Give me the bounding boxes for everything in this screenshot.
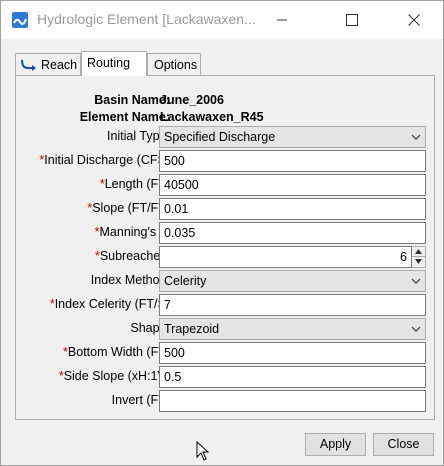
tab-options-label: Options <box>154 58 198 72</box>
minimize-icon <box>277 19 287 21</box>
spinner-down-button[interactable] <box>412 257 425 267</box>
spinner-up-button[interactable] <box>412 247 425 257</box>
index-celerity-label-text: Index Celerity (FT/S) <box>54 297 170 311</box>
subreaches-spinner-input[interactable]: 6 <box>159 246 412 268</box>
index-celerity-label: *Index Celerity (FT/S) <box>50 297 170 311</box>
chevron-down-icon <box>411 134 421 140</box>
bottom-width-label-text: Bottom Width (FT) <box>67 345 170 359</box>
index-method-value: Celerity <box>164 274 207 288</box>
initial-type-select[interactable]: Specified Discharge <box>159 126 426 148</box>
initial-discharge-label-text: Initial Discharge (CFS) <box>44 153 170 167</box>
bottom-width-label: *Bottom Width (FT) <box>63 345 170 359</box>
chevron-down-icon <box>411 326 421 332</box>
basin-name-label: Basin Name: <box>94 93 170 107</box>
length-input[interactable]: 40500 <box>159 174 426 196</box>
slope-row: *Slope (FT/FT) 0.01 <box>16 198 436 220</box>
close-icon <box>408 14 420 26</box>
side-slope-label: *Side Slope (xH:1V) <box>59 369 170 383</box>
side-slope-row: *Side Slope (xH:1V) 0.5 <box>16 366 436 388</box>
chevron-down-icon <box>411 278 421 284</box>
subreaches-value: 6 <box>400 250 407 264</box>
mannings-n-input[interactable]: 0.035 <box>159 222 426 244</box>
routing-panel: Basin Name: June_2006 Element Name: Lack… <box>15 75 435 420</box>
index-method-select[interactable]: Celerity <box>159 270 426 292</box>
index-celerity-row: *Index Celerity (FT/S) 7 <box>16 294 436 316</box>
bottom-width-row: *Bottom Width (FT) 500 <box>16 342 436 364</box>
element-name-label: Element Name: <box>79 110 170 124</box>
length-row: *Length (FT) 40500 <box>16 174 436 196</box>
slope-input[interactable]: 0.01 <box>159 198 426 220</box>
slope-label: *Slope (FT/FT) <box>87 201 170 215</box>
index-method-row: Index Method: Celerity <box>16 270 436 292</box>
subreaches-row: *Subreaches: 6 <box>16 246 436 268</box>
dialog-window: Hydrologic Element [Lackawaxen... Reach … <box>0 0 444 466</box>
caret-down-icon <box>415 259 422 264</box>
subreaches-spinner-buttons <box>412 246 426 268</box>
caret-up-icon <box>415 249 422 254</box>
side-slope-label-text: Side Slope (xH:1V) <box>63 369 170 383</box>
side-slope-input[interactable]: 0.5 <box>159 366 426 388</box>
maximize-icon <box>346 14 358 26</box>
hydrologic-element-app-icon <box>12 12 28 28</box>
initial-discharge-input[interactable]: 500 <box>159 150 426 172</box>
title-bar[interactable]: Hydrologic Element [Lackawaxen... <box>1 1 443 39</box>
maximize-button[interactable] <box>329 1 375 39</box>
mannings-n-row: *Manning's n: 0.035 <box>16 222 436 244</box>
shape-value: Trapezoid <box>164 322 220 336</box>
invert-row: Invert (FT) <box>16 390 436 412</box>
index-celerity-input[interactable]: 7 <box>159 294 426 316</box>
tab-reach[interactable]: Reach <box>15 53 81 75</box>
mouse-cursor-icon <box>196 441 210 461</box>
initial-type-row: Initial Type: Specified Discharge <box>16 126 436 148</box>
tab-options[interactable]: Options <box>147 53 201 75</box>
reach-icon <box>21 59 36 71</box>
tab-reach-label: Reach <box>41 58 78 72</box>
close-button[interactable]: Close <box>373 433 434 456</box>
invert-input[interactable] <box>159 390 426 412</box>
initial-type-value: Specified Discharge <box>164 130 276 144</box>
shape-select[interactable]: Trapezoid <box>159 318 426 340</box>
basin-name-value: June_2006 <box>160 93 224 107</box>
initial-discharge-label: *Initial Discharge (CFS) <box>39 153 170 167</box>
element-name-value: Lackawaxen_R45 <box>160 110 264 124</box>
tab-routing[interactable]: Routing <box>81 51 147 76</box>
tab-routing-label: Routing <box>87 56 131 70</box>
shape-row: Shape: Trapezoid <box>16 318 436 340</box>
initial-discharge-row: *Initial Discharge (CFS) 500 <box>16 150 436 172</box>
close-window-button[interactable] <box>391 1 437 39</box>
minimize-button[interactable] <box>259 1 305 39</box>
bottom-width-input[interactable]: 500 <box>159 342 426 364</box>
apply-button[interactable]: Apply <box>305 433 366 456</box>
window-title: Hydrologic Element [Lackawaxen... <box>37 11 256 27</box>
